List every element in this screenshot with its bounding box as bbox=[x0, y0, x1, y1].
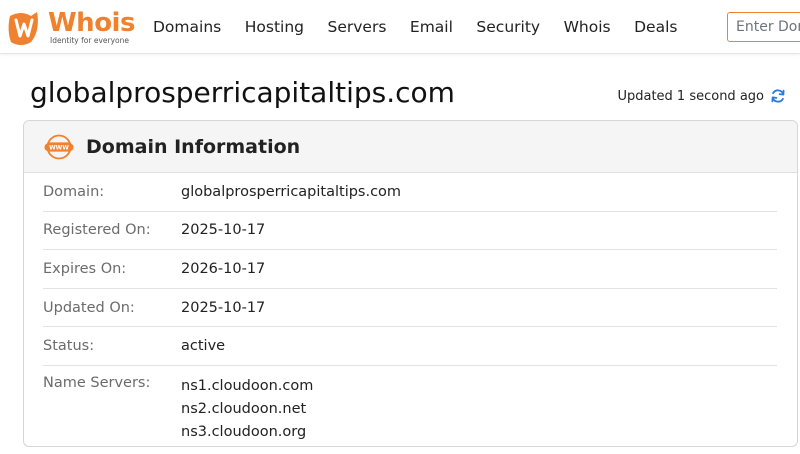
info-label: Name Servers: bbox=[43, 374, 151, 391]
info-row-name-servers: Name Servers: ns1.cloudoon.com ns2.cloud… bbox=[43, 366, 777, 444]
site-header: Whois Identity for everyone Domains Host… bbox=[0, 0, 800, 54]
info-row-registered: Registered On: 2025-10-17 bbox=[43, 212, 777, 251]
nav-item-deals[interactable]: Deals bbox=[634, 18, 677, 36]
domain-info-list: Domain: globalprosperricapitaltips.com R… bbox=[43, 173, 777, 444]
main-nav: Domains Hosting Servers Email Security W… bbox=[153, 0, 701, 54]
info-label: Status: bbox=[43, 338, 95, 355]
page-title: globalprosperricapitaltips.com bbox=[30, 76, 455, 109]
updated-text: Updated 1 second ago bbox=[617, 88, 764, 104]
info-label: Domain: bbox=[43, 183, 105, 200]
name-server: ns3.cloudoon.org bbox=[181, 423, 307, 440]
info-value: 2026-10-17 bbox=[181, 260, 266, 277]
info-value: 2025-10-17 bbox=[181, 222, 266, 239]
info-label: Expires On: bbox=[43, 260, 127, 277]
name-server-list: ns1.cloudoon.com ns2.cloudoon.net ns3.cl… bbox=[181, 375, 313, 444]
card-title: Domain Information bbox=[86, 135, 301, 158]
info-value: active bbox=[181, 338, 226, 355]
info-value: globalprosperricapitaltips.com bbox=[181, 183, 402, 200]
info-row-status: Status: active bbox=[43, 327, 777, 366]
updated-status: Updated 1 second ago bbox=[617, 88, 786, 104]
info-row-updated: Updated On: 2025-10-17 bbox=[43, 289, 777, 328]
logo-wordmark: Whois bbox=[48, 8, 135, 38]
nav-item-domains[interactable]: Domains bbox=[153, 18, 221, 36]
info-label: Registered On: bbox=[43, 222, 151, 239]
logo-mark-icon bbox=[8, 12, 38, 45]
domain-info-card: WWW Domain Information Domain: globalpro… bbox=[23, 120, 798, 447]
nav-item-security[interactable]: Security bbox=[476, 18, 540, 36]
svg-text:WWW: WWW bbox=[49, 144, 69, 151]
nav-item-whois[interactable]: Whois bbox=[564, 18, 611, 36]
card-header: WWW Domain Information bbox=[24, 121, 797, 173]
info-row-domain: Domain: globalprosperricapitaltips.com bbox=[43, 173, 777, 212]
nav-item-hosting[interactable]: Hosting bbox=[245, 18, 304, 36]
search-input[interactable] bbox=[727, 12, 800, 42]
www-icon: WWW bbox=[44, 134, 74, 159]
logo-tagline: Identity for everyone bbox=[50, 36, 129, 45]
info-value: 2025-10-17 bbox=[181, 299, 266, 316]
nav-item-servers[interactable]: Servers bbox=[328, 18, 387, 36]
name-server: ns2.cloudoon.net bbox=[181, 400, 307, 417]
info-label: Updated On: bbox=[43, 299, 135, 316]
name-server: ns1.cloudoon.com bbox=[181, 377, 314, 394]
info-row-expires: Expires On: 2026-10-17 bbox=[43, 250, 777, 289]
nav-item-email[interactable]: Email bbox=[410, 18, 453, 36]
site-logo[interactable]: Whois Identity for everyone bbox=[7, 8, 135, 46]
refresh-icon[interactable] bbox=[770, 88, 786, 104]
